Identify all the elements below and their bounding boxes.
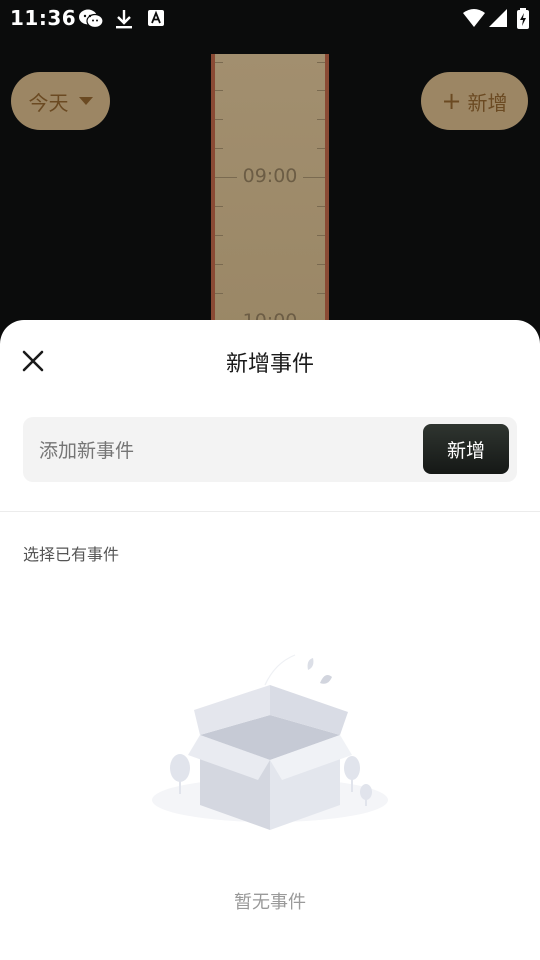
wifi-icon	[463, 9, 485, 27]
add-new-event-button[interactable]: 新增	[423, 424, 509, 474]
ruler-tick	[317, 148, 325, 149]
date-selector-button[interactable]: 今天	[11, 72, 110, 130]
add-event-button[interactable]: + 新增	[421, 72, 528, 130]
download-icon	[116, 10, 132, 29]
sheet-title: 新增事件	[225, 352, 314, 377]
time-ruler[interactable]: 09:00 10:00	[211, 54, 329, 334]
add-event-label: 新增	[467, 90, 508, 115]
ruler-tick	[317, 264, 325, 265]
ruler-tick	[317, 293, 325, 294]
ruler-tick	[317, 62, 325, 63]
ruler-tick	[317, 119, 325, 120]
ruler-tick	[317, 235, 325, 236]
ruler-tick	[215, 148, 223, 149]
empty-state-text: 暂无事件	[234, 892, 306, 913]
new-event-input[interactable]	[37, 417, 421, 484]
status-time: 11:36	[10, 6, 77, 30]
add-event-sheet: 新增事件 新增 选择已有事件 暂无事件	[0, 320, 540, 960]
ruler-tick	[317, 90, 325, 91]
caret-down-icon	[78, 97, 93, 105]
date-selector-label: 今天	[28, 90, 69, 115]
ruler-tick	[215, 119, 223, 120]
wechat-icon	[79, 9, 104, 29]
plus-icon: +	[441, 87, 462, 115]
ruler-tick	[215, 235, 223, 236]
ruler-tick	[215, 293, 223, 294]
divider	[0, 511, 540, 512]
existing-events-label: 选择已有事件	[23, 545, 120, 564]
status-bar: 11:36	[0, 0, 540, 36]
ruler-tick	[317, 206, 325, 207]
font-app-icon	[148, 10, 164, 26]
ruler-tick	[215, 62, 223, 63]
ruler-time-label: 09:00	[242, 165, 298, 187]
ruler-tick	[215, 90, 223, 91]
ruler-tick	[215, 264, 223, 265]
battery-charging-icon	[517, 8, 529, 29]
ruler-tick	[215, 206, 223, 207]
new-event-input-row: 新增	[23, 417, 517, 484]
empty-box-illustration	[152, 654, 388, 830]
cellular-signal-icon	[489, 9, 507, 27]
